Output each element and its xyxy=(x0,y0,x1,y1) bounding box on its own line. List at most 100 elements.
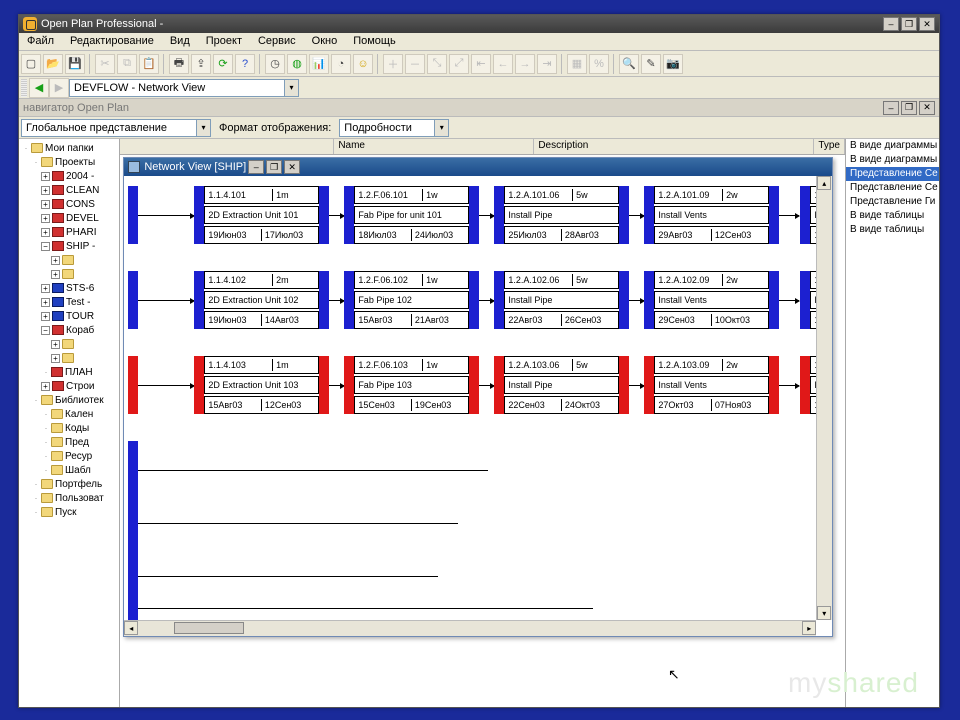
view-back-icon[interactable]: ◀ xyxy=(29,78,49,98)
col-name[interactable]: Name xyxy=(334,139,534,154)
find-icon[interactable]: 🔍 xyxy=(619,54,639,74)
export-icon[interactable]: ⇪ xyxy=(191,54,211,74)
activity-node[interactable]: 1.2.F.06.1031wFab Pipe 10315Сен0319Сен03 xyxy=(344,356,479,414)
tree-item[interactable]: + xyxy=(19,351,119,365)
last-icon[interactable]: ⇥ xyxy=(537,54,557,74)
network-canvas[interactable]: 1.1.4.1011m2D Extraction Unit 10119Июн03… xyxy=(124,176,816,620)
minimize-button[interactable]: – xyxy=(883,17,899,31)
nav-max-button[interactable]: ❐ xyxy=(901,101,917,115)
first-icon[interactable]: ⇤ xyxy=(471,54,491,74)
cut-icon[interactable]: ✂ xyxy=(95,54,115,74)
activity-node-partial[interactable]: 1.In15 xyxy=(800,186,816,244)
menu-view[interactable]: Вид xyxy=(162,33,198,50)
scroll-down-icon[interactable]: ▾ xyxy=(817,606,831,620)
type-list[interactable]: В виде диаграммыВ виде диаграммыПредстав… xyxy=(845,139,939,707)
menu-service[interactable]: Сервис xyxy=(250,33,304,50)
tree-item[interactable]: +Строи xyxy=(19,379,119,393)
save-icon[interactable]: 💾 xyxy=(65,54,85,74)
menu-window[interactable]: Окно xyxy=(304,33,346,50)
activity-node[interactable]: 1.2.F.06.1011wFab Pipe for unit 10118Июл… xyxy=(344,186,479,244)
nav-close-button[interactable]: ✕ xyxy=(919,101,935,115)
menu-project[interactable]: Проект xyxy=(198,33,250,50)
smile-icon[interactable]: ☺ xyxy=(353,54,373,74)
tree-item[interactable]: +TOUR xyxy=(19,309,119,323)
activity-node[interactable]: 1.2.A.101.065wInstall Pipe25Июл0328Авг03 xyxy=(494,186,629,244)
net-close-button[interactable]: ✕ xyxy=(284,160,300,174)
activity-node-partial[interactable]: 1.In13 xyxy=(800,271,816,329)
chevron-down-icon[interactable]: ▾ xyxy=(196,120,210,136)
net-max-button[interactable]: ❐ xyxy=(266,160,282,174)
network-title-bar[interactable]: Network View [SHIP] – ❐ ✕ xyxy=(124,158,832,176)
tree-item[interactable]: ·Ресур xyxy=(19,449,119,463)
scrollbar-vertical[interactable]: ▴ ▾ xyxy=(816,176,832,620)
tree-item[interactable]: ·Портфель xyxy=(19,477,119,491)
tree-item[interactable]: +2004 - xyxy=(19,169,119,183)
menu-file[interactable]: Файл xyxy=(19,33,62,50)
chart-icon[interactable]: 📊 xyxy=(309,54,329,74)
help-icon[interactable]: ? xyxy=(235,54,255,74)
tree-item[interactable]: +DEVEL xyxy=(19,211,119,225)
title-bar[interactable]: Open Plan Professional - – ❐ ✕ xyxy=(19,15,939,33)
tree-item[interactable]: ·Шабл xyxy=(19,463,119,477)
type-row[interactable]: Представление Се xyxy=(846,167,939,181)
tree-item[interactable]: ·Пользоват xyxy=(19,491,119,505)
toolbar-handle[interactable] xyxy=(21,79,27,97)
type-row[interactable]: В виде таблицы xyxy=(846,209,939,223)
tree-item[interactable]: ·Коды xyxy=(19,421,119,435)
nav-min-button[interactable]: – xyxy=(883,101,899,115)
tree-item[interactable]: ·Библиотек xyxy=(19,393,119,407)
new-icon[interactable]: ▢ xyxy=(21,54,41,74)
chevron-down-icon[interactable]: ▾ xyxy=(434,120,448,136)
note-icon[interactable]: ✎ xyxy=(641,54,661,74)
tree-item[interactable]: +PHARI xyxy=(19,225,119,239)
clock-icon[interactable]: ◷ xyxy=(265,54,285,74)
net-min-button[interactable]: – xyxy=(248,160,264,174)
project-tree[interactable]: ·Мои папки·Проекты+2004 -+CLEAN+CONS+DEV… xyxy=(19,139,120,707)
minus-icon[interactable]: － xyxy=(405,54,425,74)
col-desc[interactable]: Description xyxy=(534,139,814,154)
close-button[interactable]: ✕ xyxy=(919,17,935,31)
activity-node[interactable]: 1.2.A.102.092wInstall Vents29Сен0310Окт0… xyxy=(644,271,779,329)
zoom-min-icon[interactable]: ⤡ xyxy=(427,54,447,74)
activity-node[interactable]: 1.2.A.103.065wInstall Pipe22Сен0324Окт03 xyxy=(494,356,629,414)
tree-item[interactable]: ·ПЛАН xyxy=(19,365,119,379)
activity-node-partial[interactable]: 1.In10 xyxy=(800,356,816,414)
pie-icon[interactable]: ◔ xyxy=(331,54,351,74)
network-window[interactable]: Network View [SHIP] – ❐ ✕ 1.1.4.1011m2D … xyxy=(123,157,833,637)
type-row[interactable]: В виде диаграммы xyxy=(846,139,939,153)
activity-node[interactable]: 1.2.A.103.092wInstall Vents27Окт0307Ноя0… xyxy=(644,356,779,414)
type-row[interactable]: Представление Се xyxy=(846,181,939,195)
prev-icon[interactable]: ← xyxy=(493,54,513,74)
tree-item[interactable]: ·Пуск xyxy=(19,505,119,519)
percent-icon[interactable]: % xyxy=(589,54,609,74)
tree-item[interactable]: ·Кален xyxy=(19,407,119,421)
next-icon[interactable]: → xyxy=(515,54,535,74)
tree-item[interactable]: +CONS xyxy=(19,197,119,211)
open-icon[interactable]: 📂 xyxy=(43,54,63,74)
activity-node[interactable]: 1.2.F.06.1021wFab Pipe 10215Авг0321Авг03 xyxy=(344,271,479,329)
tree-item[interactable]: +Test - xyxy=(19,295,119,309)
menu-edit[interactable]: Редактирование xyxy=(62,33,162,50)
plus-icon[interactable]: ＋ xyxy=(383,54,403,74)
view-fwd-icon[interactable]: ▶ xyxy=(49,78,69,98)
tree-item[interactable]: +STS-6 xyxy=(19,281,119,295)
tree-item[interactable]: + xyxy=(19,267,119,281)
display-format-combo[interactable]: Подробности ▾ xyxy=(339,119,449,137)
type-row[interactable]: Представление Ги xyxy=(846,195,939,209)
scroll-left-icon[interactable]: ◂ xyxy=(124,621,138,635)
paste-icon[interactable]: 📋 xyxy=(139,54,159,74)
representation-combo[interactable]: Глобальное представление ▾ xyxy=(21,119,211,137)
tree-item[interactable]: −SHIP - xyxy=(19,239,119,253)
activity-node[interactable]: 1.1.4.1022m2D Extraction Unit 10219Июн03… xyxy=(194,271,329,329)
col-spacer[interactable] xyxy=(120,139,334,154)
chevron-down-icon[interactable]: ▾ xyxy=(284,80,298,96)
menu-help[interactable]: Помощь xyxy=(345,33,404,50)
refresh-icon[interactable]: ⟳ xyxy=(213,54,233,74)
activity-node[interactable]: 1.2.A.101.092wInstall Vents29Авг0312Сен0… xyxy=(644,186,779,244)
grid-icon[interactable]: ▦ xyxy=(567,54,587,74)
zoom-out-icon[interactable]: ⤢ xyxy=(449,54,469,74)
view-select-combo[interactable]: DEVFLOW - Network View ▾ xyxy=(69,79,299,97)
type-row[interactable]: В виде таблицы xyxy=(846,223,939,237)
tree-item[interactable]: + xyxy=(19,337,119,351)
col-type[interactable]: Type xyxy=(814,139,845,154)
